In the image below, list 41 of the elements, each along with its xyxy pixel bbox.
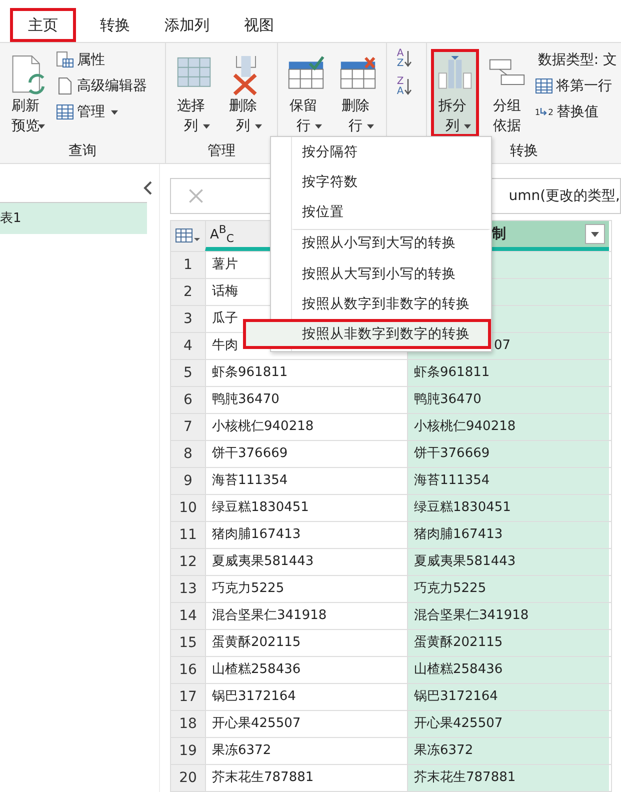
table-cell: 巧克力5225 [407,576,609,602]
row-number: 18 [171,711,205,737]
table-cell: 小核桃仁940218 [407,414,609,440]
table-cell: 果冻6372 [407,738,609,764]
row-number: 9 [171,468,205,494]
table-cell: 蛋黄酥202115 [407,630,609,656]
table-cell: 猪肉脯167413 [407,522,609,548]
table-cell: 鸭肫36470 [407,387,609,413]
table-cell: 虾条961811 [407,360,609,386]
row-number: 17 [171,684,205,710]
row-number: 3 [171,306,205,332]
table-cell: 锅巴3172164 [407,684,609,710]
row-number: 14 [171,603,205,629]
row-number: 13 [171,576,205,602]
row-number: 20 [171,765,205,791]
table-cell: 绿豆糕1830451 [407,495,609,521]
row-number: 7 [171,414,205,440]
table-cell: 夏威夷果581443 [407,549,609,575]
row-number: 2 [171,279,205,305]
row-number: 19 [171,738,205,764]
table-cell: 芥末花生787881 [407,765,609,791]
row-number: 15 [171,630,205,656]
row-number: 16 [171,657,205,683]
row-number: 10 [171,495,205,521]
row-number: 4 [171,333,205,359]
group-label: 转换 [510,143,538,159]
table-cell: 饼干376669 [407,441,609,467]
column-title: 制 [492,225,506,243]
row-number: 8 [171,441,205,467]
group-label: 查询 [68,143,96,159]
group-label: 管理 [207,143,236,159]
table-cell: 混合坚果仁341918 [407,603,609,629]
formula-text: umn(更改的类型, [508,187,620,205]
row-number: 6 [171,387,205,413]
row-number: 11 [171,522,205,548]
table-cell: 开心果425507 [407,711,609,737]
row-number: 5 [171,360,205,386]
table-cell: 海苔111354 [407,468,609,494]
row-number: 12 [171,549,205,575]
table-cell: 山楂糕258436 [407,657,609,683]
row-number: 1 [171,252,205,278]
